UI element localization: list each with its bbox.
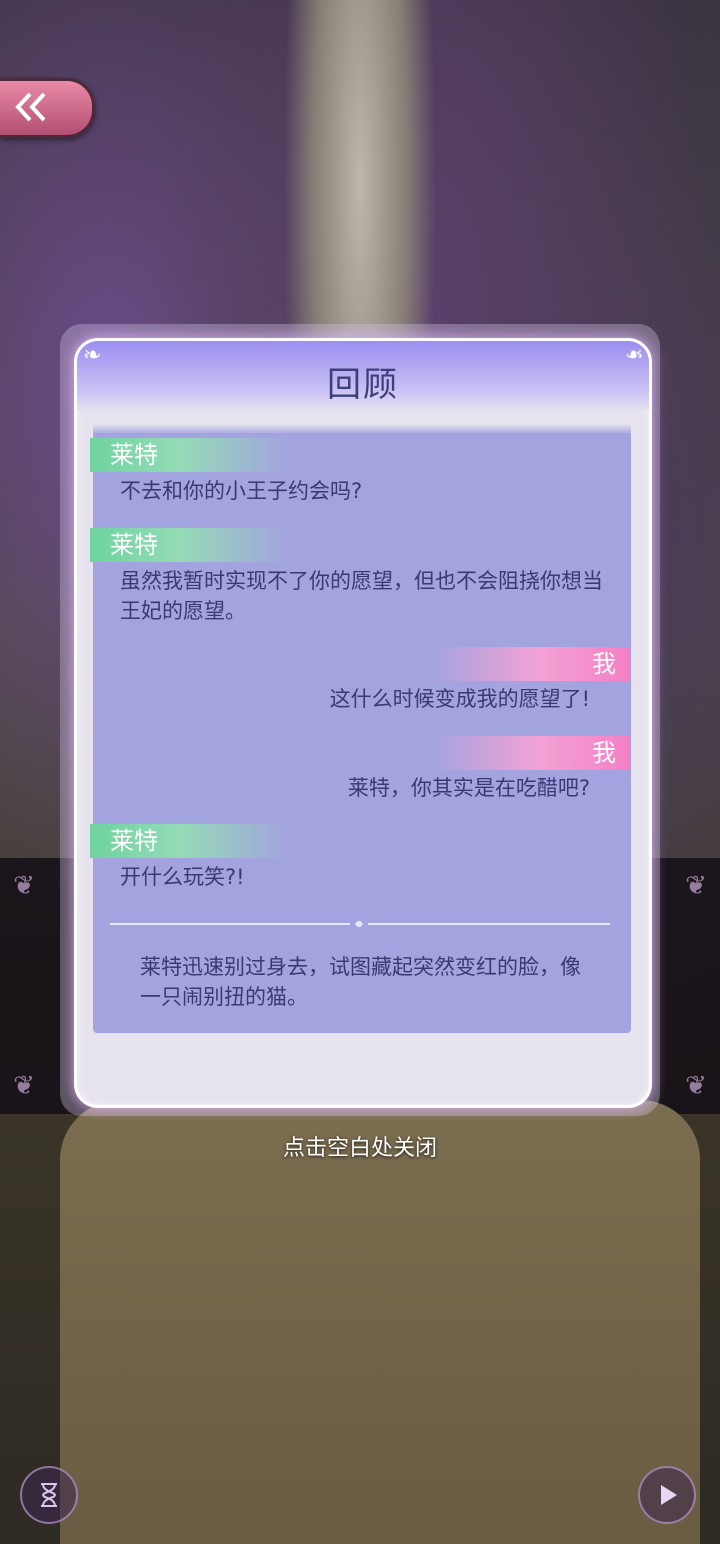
dialogue-line: 这什么时候变成我的愿望了! xyxy=(329,687,590,711)
back-button[interactable] xyxy=(0,78,95,138)
close-hint[interactable]: 点击空白处关闭 xyxy=(0,1130,720,1162)
speaker-tag: 莱特 xyxy=(90,528,290,562)
dialogue-line: 开什么玩笑?! xyxy=(120,865,245,889)
play-icon xyxy=(661,1485,677,1505)
corner-flourish-icon: ❧ xyxy=(83,343,102,368)
dialogue-line: 莱特，你其实是在吃醋吧? xyxy=(347,776,590,800)
game-scene[interactable]: ❦ ❦ ❦ ❦ 回顾 ❧ ❧ 莱特 不去和你的小王子约会吗? 莱特 虽然我暂时实… xyxy=(0,0,720,1544)
speaker-tag: 莱特 xyxy=(90,438,290,472)
dialogue-line: 不去和你的小王子约会吗? xyxy=(120,479,363,503)
ornament-icon: ❦ xyxy=(685,871,707,901)
dialog-title: 回顾 xyxy=(327,365,399,405)
section-divider xyxy=(110,921,610,927)
dialogue-log-panel[interactable] xyxy=(93,433,631,1033)
narration-text: 莱特迅速别过身去，试图藏起突然变红的脸，像一只闹别扭的猫。 xyxy=(140,955,581,1009)
speaker-tag: 我 xyxy=(430,647,630,681)
corner-flourish-icon: ❧ xyxy=(624,343,643,368)
speaker-tag: 莱特 xyxy=(90,824,290,858)
dialogue-line: 虽然我暂时实现不了你的愿望，但也不会阻挠你想当王妃的愿望。 xyxy=(120,569,603,623)
ornament-icon: ❦ xyxy=(685,1071,707,1101)
speaker-tag: 我 xyxy=(430,736,630,770)
double-chevron-left-icon xyxy=(15,92,46,122)
auto-button[interactable] xyxy=(20,1466,78,1524)
character-robe xyxy=(60,1100,700,1544)
ornament-icon: ❦ xyxy=(13,871,35,901)
hourglass-icon xyxy=(41,1483,57,1507)
play-button[interactable] xyxy=(638,1466,696,1524)
ornament-icon: ❦ xyxy=(13,1071,35,1101)
